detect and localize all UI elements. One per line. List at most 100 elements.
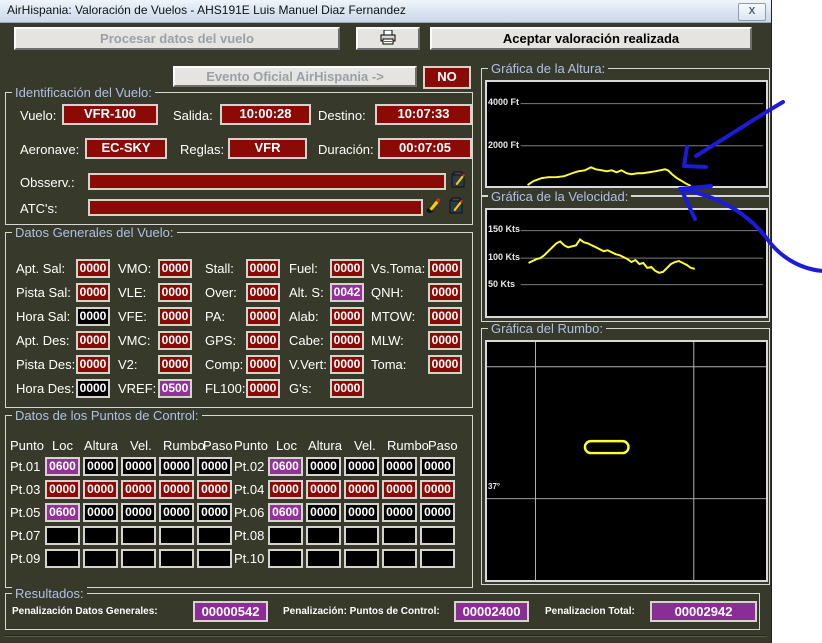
pc-pt-05-paso[interactable]: 0000 bbox=[197, 503, 232, 522]
pc-pt-03-vel[interactable]: 0000 bbox=[121, 480, 156, 499]
dg-field-mtow[interactable]: 0000 bbox=[428, 307, 462, 326]
pc-pt-09-vel[interactable] bbox=[121, 549, 156, 568]
dg-field-apt-des[interactable]: 0000 bbox=[76, 331, 110, 350]
pc-pt-01-vel[interactable]: 0000 bbox=[121, 457, 156, 476]
process-flight-button[interactable]: Procesar datos del vuelo bbox=[14, 27, 340, 50]
dg-field-vs-toma[interactable]: 0000 bbox=[428, 259, 462, 278]
accept-valuation-button[interactable]: Aceptar valoración realizada bbox=[430, 27, 752, 50]
obsserv-edit-note-icon[interactable] bbox=[450, 171, 467, 188]
pc-pt-07-loc[interactable] bbox=[45, 526, 80, 545]
evento-no-field[interactable]: NO bbox=[423, 66, 471, 89]
pc-pt-01-loc[interactable]: 0600 bbox=[45, 457, 80, 476]
pc-pt-02-paso[interactable]: 0000 bbox=[420, 457, 455, 476]
vuelo-field[interactable]: VFR-100 bbox=[62, 104, 158, 125]
dg-field-alt-s[interactable]: 0042 bbox=[330, 283, 364, 302]
pc-pt-03-paso[interactable]: 0000 bbox=[197, 480, 232, 499]
dg-field-toma[interactable]: 0000 bbox=[428, 355, 462, 374]
dg-field-v-vert[interactable]: 0000 bbox=[330, 355, 364, 374]
dg-field-comp[interactable]: 0000 bbox=[246, 355, 280, 374]
salida-field[interactable]: 10:00:28 bbox=[220, 104, 311, 125]
dg-field-over[interactable]: 0000 bbox=[246, 283, 280, 302]
atcs-input[interactable] bbox=[88, 199, 423, 216]
destino-field[interactable]: 10:07:33 bbox=[375, 104, 472, 125]
pc-pt-05-altura[interactable]: 0000 bbox=[83, 503, 118, 522]
pc-pt-03-loc[interactable]: 0000 bbox=[45, 480, 80, 499]
pc-pt-08-altura[interactable] bbox=[306, 526, 341, 545]
dg-field-g-s[interactable]: 0000 bbox=[330, 379, 364, 398]
evento-oficial-button[interactable]: Evento Oficial AirHispania -> bbox=[173, 66, 417, 87]
dg-field-apt-sal[interactable]: 0000 bbox=[76, 259, 110, 278]
dg-field-gps[interactable]: 0000 bbox=[246, 331, 280, 350]
pc-pt-09-loc[interactable] bbox=[45, 549, 80, 568]
pc-pt-05-rumbo[interactable]: 0000 bbox=[159, 503, 194, 522]
pc-pt-02-altura[interactable]: 0000 bbox=[306, 457, 341, 476]
pc-pt-09-altura[interactable] bbox=[83, 549, 118, 568]
dg-field-cabe[interactable]: 0000 bbox=[330, 331, 364, 350]
dg-field-vfe[interactable]: 0000 bbox=[158, 307, 192, 326]
pc-pt-07-rumbo[interactable] bbox=[159, 526, 194, 545]
penalty-control-points-value[interactable]: 00002400 bbox=[454, 601, 529, 622]
duracion-field[interactable]: 00:07:05 bbox=[378, 138, 472, 159]
pc-pt-10-altura[interactable] bbox=[306, 549, 341, 568]
dg-field-pista-sal[interactable]: 0000 bbox=[76, 283, 110, 302]
pc-pt-10-rumbo[interactable] bbox=[382, 549, 417, 568]
pc-pt-05-loc[interactable]: 0600 bbox=[45, 503, 80, 522]
reglas-field[interactable]: VFR bbox=[228, 138, 307, 159]
dg-field-alab[interactable]: 0000 bbox=[330, 307, 364, 326]
dg-field-fl100[interactable]: 0000 bbox=[246, 379, 280, 398]
pc-pt-06-vel[interactable]: 0000 bbox=[344, 503, 379, 522]
atcs-edit-note-icon[interactable] bbox=[448, 197, 465, 214]
atcs-write-pen-icon[interactable] bbox=[426, 197, 442, 214]
pc-pt-06-altura[interactable]: 0000 bbox=[306, 503, 341, 522]
pc-pt-02-rumbo[interactable]: 0000 bbox=[382, 457, 417, 476]
pc-pt-07-paso[interactable] bbox=[197, 526, 232, 545]
pc-pt-02-vel[interactable]: 0000 bbox=[344, 457, 379, 476]
dg-field-vle[interactable]: 0000 bbox=[158, 283, 192, 302]
pc-pt-10-paso[interactable] bbox=[420, 549, 455, 568]
dg-field-vmo[interactable]: 0000 bbox=[158, 259, 192, 278]
pc-pt-02-loc[interactable]: 0600 bbox=[268, 457, 303, 476]
pc-pt-08-rumbo[interactable] bbox=[382, 526, 417, 545]
pc-pt-01-rumbo[interactable]: 0000 bbox=[159, 457, 194, 476]
pc-pt-03-altura[interactable]: 0000 bbox=[83, 480, 118, 499]
pc-pt-04-vel[interactable]: 0000 bbox=[344, 480, 379, 499]
pc-pt-07-altura[interactable] bbox=[83, 526, 118, 545]
pc-pt-08-loc[interactable] bbox=[268, 526, 303, 545]
pc-pt-01-altura[interactable]: 0000 bbox=[83, 457, 118, 476]
dg-field-vref[interactable]: 0500 bbox=[158, 379, 192, 398]
pc-pt-04-rumbo[interactable]: 0000 bbox=[382, 480, 417, 499]
dg-field-mlw[interactable]: 0000 bbox=[428, 331, 462, 350]
pc-pt-06-loc[interactable]: 0600 bbox=[268, 503, 303, 522]
dg-field-vmc[interactable]: 0000 bbox=[158, 331, 192, 350]
pc-pt-10-vel[interactable] bbox=[344, 549, 379, 568]
penalty-general-value[interactable]: 00000542 bbox=[193, 601, 268, 622]
dg-field-v2[interactable]: 0000 bbox=[158, 355, 192, 374]
pc-pt-06-paso[interactable]: 0000 bbox=[420, 503, 455, 522]
pc-header-0-punto: Punto bbox=[10, 438, 44, 453]
dg-field-qnh[interactable]: 0000 bbox=[428, 283, 462, 302]
pc-pt-08-paso[interactable] bbox=[420, 526, 455, 545]
pc-pt-09-rumbo[interactable] bbox=[159, 549, 194, 568]
pc-pt-05-vel[interactable]: 0000 bbox=[121, 503, 156, 522]
pc-pt-10-loc[interactable] bbox=[268, 549, 303, 568]
pc-pt-09-paso[interactable] bbox=[197, 549, 232, 568]
pc-pt-07-vel[interactable] bbox=[121, 526, 156, 545]
pc-pt-04-altura[interactable]: 0000 bbox=[306, 480, 341, 499]
pc-pt-01-paso[interactable]: 0000 bbox=[197, 457, 232, 476]
penalty-total-value[interactable]: 00002942 bbox=[650, 601, 757, 622]
print-button[interactable] bbox=[356, 27, 420, 50]
dg-field-pista-des[interactable]: 0000 bbox=[76, 355, 110, 374]
pc-pt-04-paso[interactable]: 0000 bbox=[420, 480, 455, 499]
pc-pt-08-vel[interactable] bbox=[344, 526, 379, 545]
dg-field-stall[interactable]: 0000 bbox=[246, 259, 280, 278]
pc-pt-06-rumbo[interactable]: 0000 bbox=[382, 503, 417, 522]
pc-pt-04-loc[interactable]: 0000 bbox=[268, 480, 303, 499]
dg-field-hora-sal[interactable]: 0000 bbox=[76, 307, 110, 326]
dg-field-hora-des[interactable]: 0000 bbox=[76, 379, 110, 398]
dg-field-pa[interactable]: 0000 bbox=[246, 307, 280, 326]
pc-pt-03-rumbo[interactable]: 0000 bbox=[159, 480, 194, 499]
aeronave-field[interactable]: EC-SKY bbox=[85, 138, 167, 159]
close-button[interactable]: X bbox=[738, 3, 766, 21]
obsserv-input[interactable] bbox=[88, 173, 446, 190]
dg-field-fuel[interactable]: 0000 bbox=[330, 259, 364, 278]
